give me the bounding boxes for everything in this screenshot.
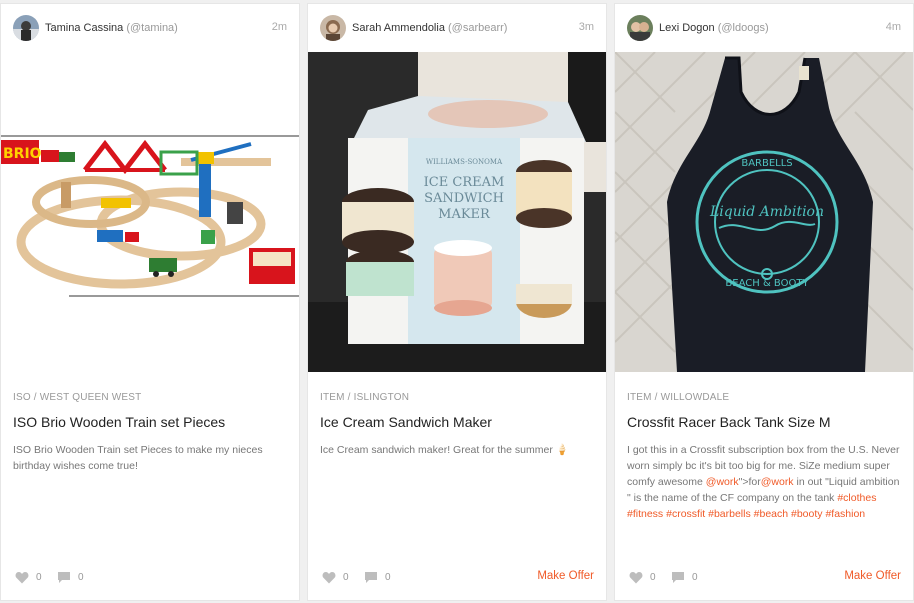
mention-link[interactable]: @work [706,476,739,488]
author-name[interactable]: Sarah Ammendolia [352,22,445,34]
card-header: Sarah Ammendolia (@sarbearr) 3m [308,4,606,52]
card-footer: 0 0 Make Offer [308,556,606,600]
author[interactable]: Tamina Cassina (@tamina) [45,22,178,34]
comment-icon [58,571,70,583]
heart-icon [322,571,336,583]
description-text: ">for [738,476,761,488]
shirt-text-top: BARBELLS [741,158,792,169]
avatar[interactable] [627,15,653,41]
train-set-image: BRIO [1,52,299,372]
make-offer-button[interactable]: Make Offer [537,570,594,582]
tank-top-image: BARBELLS Liquid Ambition BEACH & BOOTY [615,52,913,372]
listing-description: ISO Brio Wooden Train set Pieces to make… [13,444,263,472]
author[interactable]: Sarah Ammendolia (@sarbearr) [352,22,507,34]
ice-cream-emoji: 🍦 [555,444,569,456]
like-count: 0 [650,571,656,583]
like-count: 0 [36,571,42,583]
listing-category[interactable]: ITEM / ISLINGTON [320,392,409,403]
comment-button[interactable]: 0 [671,568,698,586]
author-name[interactable]: Tamina Cassina [45,22,123,34]
description-text: Ice Cream sandwich maker! Great for the … [320,444,553,456]
listing-card[interactable]: Lexi Dogon (@ldoogs) 4m BARBELLS Liquid … [615,4,913,600]
comment-count: 0 [385,571,391,583]
mention-link[interactable]: @work [761,476,794,488]
comment-button[interactable]: 0 [57,568,84,586]
svg-text:BRIO: BRIO [3,146,42,162]
post-time: 2m [271,21,287,33]
shirt-text-mid: Liquid Ambition [709,204,824,220]
like-button[interactable]: 0 [15,568,42,586]
listing-card[interactable]: Tamina Cassina (@tamina) 2m BRIO ISO / W… [1,4,299,600]
heart-icon [15,571,29,583]
listing-category[interactable]: ISO / WEST QUEEN WEST [13,392,141,403]
make-offer-button[interactable]: Make Offer [844,570,901,582]
card-header: Tamina Cassina (@tamina) 2m [1,4,299,52]
post-time: 4m [885,21,901,33]
like-button[interactable]: 0 [629,568,656,586]
post-time: 3m [578,21,594,33]
ice-cream-maker-image: WILLIAMS-SONOMA ICE CREAM SANDWICH MAKER [308,52,606,372]
author[interactable]: Lexi Dogon (@ldoogs) [659,22,769,34]
author-handle: (@sarbearr) [448,22,508,34]
avatar[interactable] [13,15,39,41]
avatar[interactable] [320,15,346,41]
listing-image[interactable]: BARBELLS Liquid Ambition BEACH & BOOTY [615,52,913,372]
listing-category[interactable]: ITEM / WILLOWDALE [627,392,729,403]
listing-image[interactable]: WILLIAMS-SONOMA ICE CREAM SANDWICH MAKER [308,52,606,372]
svg-text:MAKER: MAKER [438,207,491,222]
author-handle: (@tamina) [126,22,178,34]
comment-count: 0 [78,571,84,583]
author-handle: (@ldoogs) [717,22,769,34]
box-brand-text: WILLIAMS-SONOMA [426,158,503,166]
author-name[interactable]: Lexi Dogon [659,22,715,34]
listing-title[interactable]: ISO Brio Wooden Train set Pieces [13,414,289,430]
listings-board: Tamina Cassina (@tamina) 2m BRIO ISO / W… [0,0,914,603]
comment-count: 0 [692,571,698,583]
listing-description: Ice Cream sandwich maker! Great for the … [320,442,596,458]
comment-icon [365,571,377,583]
comment-button[interactable]: 0 [364,568,391,586]
card-footer: 0 0 Make Offer [615,556,913,600]
svg-text:ICE CREAM: ICE CREAM [424,175,505,190]
listing-title[interactable]: Ice Cream Sandwich Maker [320,414,596,430]
listing-image[interactable]: BRIO [1,52,299,372]
comment-icon [672,571,684,583]
listing-title[interactable]: Crossfit Racer Back Tank Size M [627,414,903,430]
like-count: 0 [343,571,349,583]
heart-icon [629,571,643,583]
listing-description: I got this in a Crossfit subscription bo… [627,442,903,522]
svg-text:SANDWICH: SANDWICH [424,191,504,206]
like-button[interactable]: 0 [322,568,349,586]
card-header: Lexi Dogon (@ldoogs) 4m [615,4,913,52]
listing-card[interactable]: Sarah Ammendolia (@sarbearr) 3m WILLIAMS… [308,4,606,600]
card-footer: 0 0 [1,556,299,600]
